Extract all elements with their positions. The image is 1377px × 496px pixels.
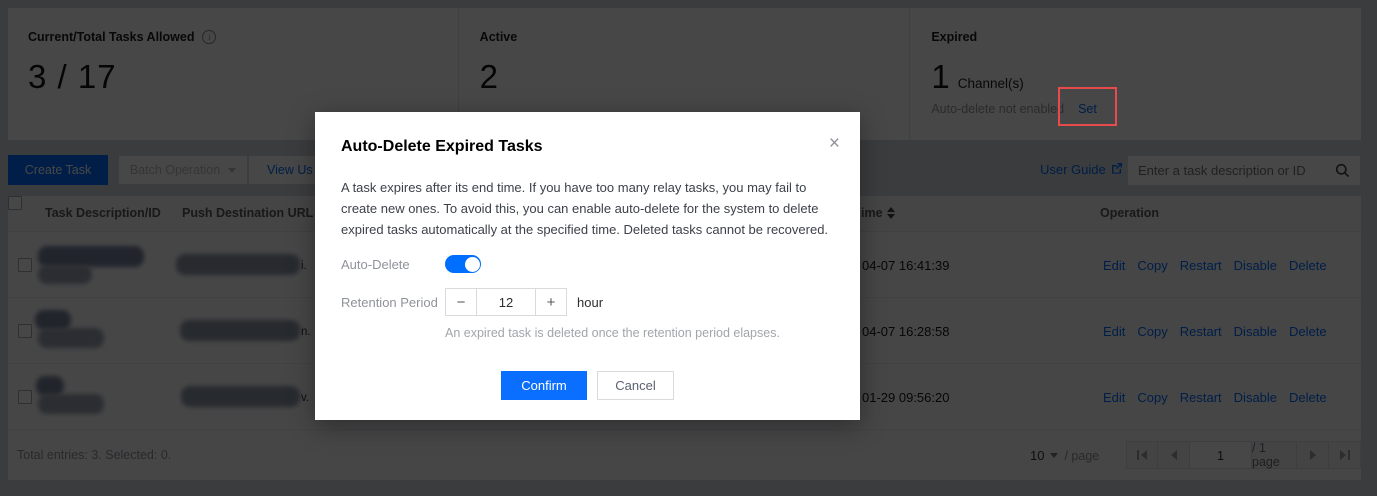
annotation-highlight-box — [1058, 87, 1117, 126]
confirm-button[interactable]: Confirm — [501, 371, 587, 400]
close-icon[interactable]: × — [829, 134, 840, 153]
toggle-knob — [465, 257, 480, 272]
cancel-button[interactable]: Cancel — [597, 371, 674, 400]
auto-delete-row: Auto-Delete — [341, 255, 834, 273]
auto-delete-modal: Auto-Delete Expired Tasks × A task expir… — [315, 112, 860, 420]
retention-period-row: Retention Period − 12 + hour — [341, 288, 834, 316]
auto-delete-toggle[interactable] — [445, 255, 481, 273]
retention-unit-label: hour — [577, 295, 603, 310]
retention-helper-text: An expired task is deleted once the rete… — [445, 326, 834, 340]
retention-period-label: Retention Period — [341, 295, 445, 310]
modal-title: Auto-Delete Expired Tasks — [341, 138, 834, 156]
plus-button[interactable]: + — [536, 289, 566, 315]
retention-value-input[interactable]: 12 — [476, 289, 536, 315]
auto-delete-label: Auto-Delete — [341, 257, 445, 272]
minus-button[interactable]: − — [446, 289, 476, 315]
modal-description: A task expires after its end time. If yo… — [341, 177, 833, 240]
retention-stepper: − 12 + — [445, 288, 567, 316]
modal-buttons: Confirm Cancel — [341, 371, 834, 400]
